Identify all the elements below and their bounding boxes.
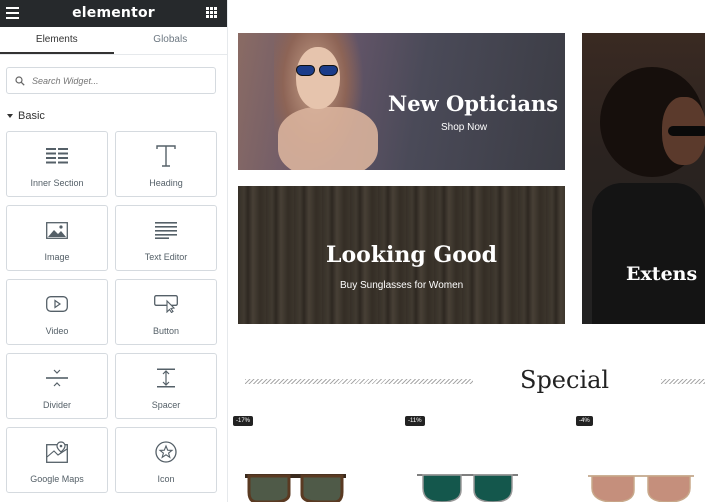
widget-heading[interactable]: Heading <box>115 131 217 197</box>
widget-text-editor[interactable]: Text Editor <box>115 205 217 271</box>
widget-inner-section[interactable]: Inner Section <box>6 131 108 197</box>
spacer-icon <box>155 366 177 390</box>
sunglasses-graphic <box>668 126 705 136</box>
widget-spacer[interactable]: Spacer <box>115 353 217 419</box>
google-maps-icon <box>46 440 68 464</box>
widget-label: Divider <box>42 400 71 410</box>
banner-title: New Opticians <box>388 91 559 116</box>
divider-icon <box>46 366 68 390</box>
widget-image[interactable]: Image <box>6 205 108 271</box>
product-sunglasses-green[interactable] <box>415 470 520 502</box>
text-editor-icon <box>155 218 177 242</box>
product-sunglasses-rose[interactable] <box>586 470 696 502</box>
sunglasses-graphic <box>296 63 340 76</box>
tab-elements[interactable]: Elements <box>0 27 114 54</box>
heading-icon <box>156 144 176 168</box>
page-canvas: New Opticians Shop Now Looking Good Buy … <box>228 0 705 502</box>
widget-label: Video <box>45 326 69 336</box>
search-box[interactable] <box>6 67 216 94</box>
section-title: Special <box>520 366 610 394</box>
widget-label: Spacer <box>151 400 181 410</box>
banner-new-opticians[interactable]: New Opticians Shop Now <box>238 33 565 170</box>
widget-label: Button <box>152 326 180 336</box>
brand-logo: elementor <box>72 5 155 21</box>
star-icon <box>155 440 177 464</box>
video-icon <box>46 292 68 316</box>
image-icon <box>46 218 68 242</box>
widget-grid: Inner Section Heading Image Text Editor … <box>6 131 217 493</box>
banner-photo-jacket <box>592 183 705 324</box>
banner-title: Looking Good <box>326 242 497 268</box>
special-section-header: Special <box>245 366 705 396</box>
banner-looking-good[interactable]: Looking Good Buy Sunglasses for Women <box>238 186 565 324</box>
widget-label: Text Editor <box>144 252 188 262</box>
category-basic[interactable]: Basic <box>0 94 227 126</box>
widget-label: Heading <box>149 178 183 188</box>
widget-label: Inner Section <box>30 178 84 188</box>
widget-label: Icon <box>157 474 175 484</box>
banner-extensive[interactable]: Extens <box>582 33 705 324</box>
widget-label: Image <box>44 252 70 262</box>
discount-badge: -4% <box>576 416 593 426</box>
panel-header: elementor <box>0 0 227 27</box>
banner-title: Extens <box>626 263 698 285</box>
shop-now-link[interactable]: Shop Now <box>441 122 487 133</box>
widget-button[interactable]: Button <box>115 279 217 345</box>
widget-icon[interactable]: Icon <box>115 427 217 493</box>
apps-grid-icon[interactable] <box>206 7 217 18</box>
widget-google-maps[interactable]: Google Maps <box>6 427 108 493</box>
button-icon <box>154 292 178 316</box>
widget-video[interactable]: Video <box>6 279 108 345</box>
decorative-divider <box>661 379 705 384</box>
widget-divider[interactable]: Divider <box>6 353 108 419</box>
category-label: Basic <box>18 109 45 122</box>
discount-badge: -17% <box>233 416 254 426</box>
inner-section-icon <box>46 144 68 168</box>
search-icon <box>15 75 25 86</box>
caret-down-icon <box>7 113 13 118</box>
elementor-panel: elementor Elements Globals Basic Inner S… <box>0 0 228 502</box>
tab-globals[interactable]: Globals <box>114 27 228 54</box>
product-sunglasses-tortoise[interactable] <box>243 470 348 502</box>
widget-label: Google Maps <box>30 474 84 484</box>
decorative-divider <box>245 379 473 384</box>
banner-subtitle: Buy Sunglasses for Women <box>340 280 464 291</box>
discount-badge: -11% <box>405 416 425 426</box>
panel-tabs: Elements Globals <box>0 27 227 55</box>
banner-photo-arm <box>278 107 378 170</box>
search-input[interactable] <box>32 75 202 86</box>
